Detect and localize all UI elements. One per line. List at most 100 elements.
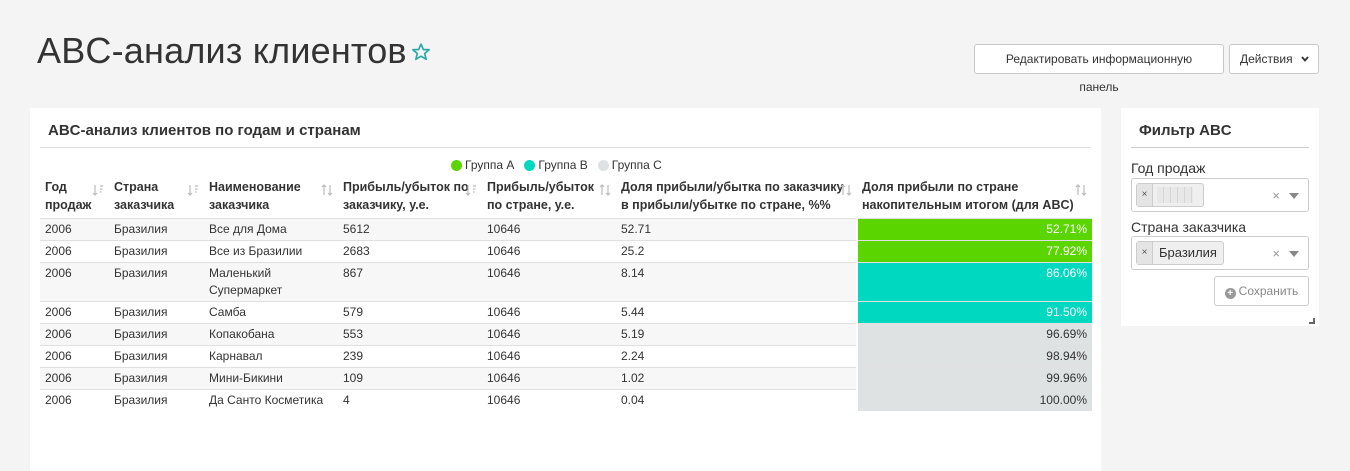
table-row: 2006 Бразилия Все для Дома 5612 10646 52… <box>40 218 1092 241</box>
resize-handle[interactable] <box>1309 318 1315 324</box>
cell-country-profit: 10646 <box>482 345 616 368</box>
column-header-label: Доля прибыли по стране накопительным ито… <box>862 180 1074 212</box>
cell-country: Бразилия <box>109 345 204 368</box>
cell-share: 5.44 <box>616 301 857 324</box>
legend-label: Группа A <box>465 158 515 172</box>
cell-share: 5.19 <box>616 323 857 346</box>
table-row: 2006 Бразилия Все из Бразилии 2683 10646… <box>40 240 1092 263</box>
column-header-label: Прибыль/убыток по заказчику, у.е. <box>343 180 469 212</box>
legend-item-group-a[interactable]: Группа A <box>451 158 514 172</box>
cell-share: 8.14 <box>616 262 857 302</box>
column-header-country[interactable]: Страна заказчика <box>109 178 204 219</box>
cell-profit: 4 <box>338 389 482 411</box>
column-header-label: Год продаж <box>45 180 92 212</box>
panel-title: ABC-анализ клиентов по годам и странам <box>48 122 361 139</box>
year-tag-value-placeholder <box>1157 187 1193 203</box>
column-header-customer[interactable]: Наименование заказчика <box>204 178 338 219</box>
abc-table: Год продаж Страна заказчика Наименование… <box>40 178 1092 411</box>
cell-cumulative: 52.71% <box>856 218 1092 241</box>
column-header-label: Наименование заказчика <box>209 180 301 212</box>
cell-customer: Все для Дома <box>204 218 338 241</box>
column-header-customer-profit[interactable]: Прибыль/убыток по заказчику, у.е. <box>338 178 482 219</box>
sort-icon[interactable] <box>465 184 477 196</box>
year-filter-select[interactable]: × × <box>1131 178 1309 212</box>
filter-title: Фильтр ABC <box>1139 122 1232 139</box>
sort-icon[interactable] <box>92 184 104 196</box>
cell-profit: 109 <box>338 367 482 390</box>
cell-customer: Самба <box>204 301 338 324</box>
legend-dot-icon <box>524 159 536 171</box>
cell-profit: 5612 <box>338 218 482 241</box>
sort-icon[interactable] <box>1075 184 1087 196</box>
legend-label: Группа B <box>538 158 588 172</box>
cell-country: Бразилия <box>109 240 204 263</box>
cell-year: 2006 <box>40 262 109 302</box>
plus-circle-icon: + <box>1224 288 1236 299</box>
cell-country-profit: 10646 <box>482 301 616 324</box>
sort-icon[interactable] <box>599 184 611 196</box>
cell-year: 2006 <box>40 323 109 346</box>
sort-icon[interactable] <box>321 184 333 196</box>
page-title: ABC-анализ клиентов <box>37 30 407 71</box>
table-header-row: Год продаж Страна заказчика Наименование… <box>40 178 1092 219</box>
column-header-year[interactable]: Год продаж <box>40 178 109 219</box>
cell-cumulative: 98.94% <box>856 345 1092 368</box>
cell-share: 0.04 <box>616 389 857 411</box>
cell-year: 2006 <box>40 345 109 368</box>
dropdown-caret-icon[interactable] <box>1289 251 1299 257</box>
actions-dropdown-button[interactable]: Действия <box>1229 44 1319 74</box>
cell-customer: Все из Бразилии <box>204 240 338 263</box>
cell-year: 2006 <box>40 218 109 241</box>
year-tag: × <box>1136 183 1204 207</box>
tag-remove-icon[interactable]: × <box>1137 242 1153 264</box>
cell-share: 1.02 <box>616 367 857 390</box>
cell-country: Бразилия <box>109 323 204 346</box>
divider <box>1131 147 1309 148</box>
clear-selection-icon[interactable]: × <box>1272 246 1280 261</box>
save-button[interactable]: + Сохранить <box>1214 276 1309 306</box>
cell-cumulative: 91.50% <box>856 301 1092 324</box>
table-row: 2006 Бразилия Маленький Супермаркет 867 … <box>40 262 1092 302</box>
country-tag: × Бразилия <box>1136 241 1224 265</box>
cell-profit: 553 <box>338 323 482 346</box>
cell-cumulative: 96.69% <box>856 323 1092 346</box>
country-filter-label: Страна заказчика <box>1131 219 1247 235</box>
cell-country: Бразилия <box>109 367 204 390</box>
table-row: 2006 Бразилия Мини-Бикини 109 10646 1.02… <box>40 367 1092 390</box>
save-label: Сохранить <box>1238 284 1299 298</box>
legend-dot-icon <box>451 159 462 171</box>
favorite-star-icon[interactable] <box>411 42 431 62</box>
table-row: 2006 Бразилия Карнавал 239 10646 2.24 98… <box>40 345 1092 368</box>
column-header-cumulative[interactable]: Доля прибыли по стране накопительным ито… <box>857 178 1092 219</box>
clear-selection-icon[interactable]: × <box>1272 188 1280 203</box>
cell-customer: Мини-Бикини <box>204 367 338 390</box>
tag-remove-icon[interactable]: × <box>1137 184 1153 206</box>
column-header-country-profit[interactable]: Прибыль/убыток по стране, у.е. <box>482 178 616 219</box>
divider <box>40 147 1091 148</box>
abc-filter-panel: Фильтр ABC Год продаж × × Страна заказчи… <box>1121 108 1319 326</box>
cell-country-profit: 10646 <box>482 218 616 241</box>
sort-icon[interactable] <box>840 184 852 196</box>
cell-country-profit: 10646 <box>482 262 616 302</box>
cell-country-profit: 10646 <box>482 240 616 263</box>
sort-icon[interactable] <box>187 184 199 196</box>
actions-label: Действия <box>1240 52 1293 66</box>
cell-year: 2006 <box>40 240 109 263</box>
legend-dot-icon <box>597 159 609 171</box>
cell-profit: 239 <box>338 345 482 368</box>
edit-dashboard-button[interactable]: Редактировать информационную панель <box>974 44 1224 94</box>
table-row: 2006 Бразилия Самба 579 10646 5.44 91.50… <box>40 301 1092 324</box>
legend-item-group-c[interactable]: Группа C <box>597 158 662 172</box>
cell-cumulative: 100.00% <box>856 389 1092 411</box>
cell-cumulative: 77.92% <box>856 240 1092 263</box>
cell-customer: Маленький Супермаркет <box>204 262 338 302</box>
cell-share: 25.2 <box>616 240 857 263</box>
cell-cumulative: 99.96% <box>856 367 1092 390</box>
dropdown-caret-icon[interactable] <box>1289 193 1299 199</box>
cell-country: Бразилия <box>109 218 204 241</box>
legend-item-group-b[interactable]: Группа B <box>524 158 588 172</box>
column-header-share[interactable]: Доля прибыли/убытка по заказчику в прибы… <box>616 178 857 219</box>
column-header-label: Доля прибыли/убытка по заказчику в прибы… <box>621 180 844 212</box>
cell-customer: Копакобана <box>204 323 338 346</box>
country-filter-select[interactable]: × Бразилия × <box>1131 236 1309 270</box>
